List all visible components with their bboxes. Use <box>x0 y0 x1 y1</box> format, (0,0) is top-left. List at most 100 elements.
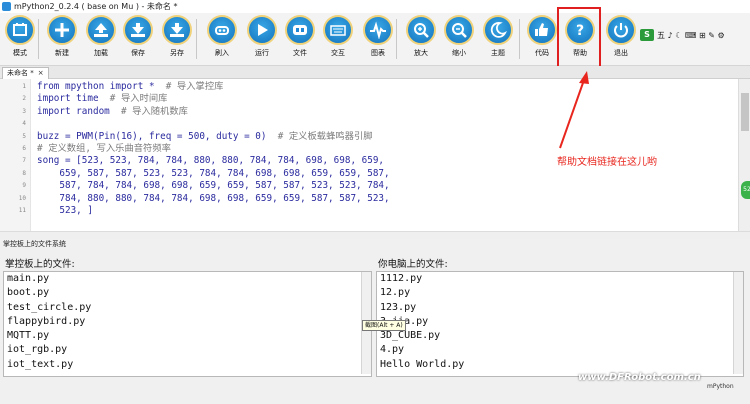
title-bar: mPython2_0.2.4 ( base on Mu ) - 未命名 * <box>0 0 750 14</box>
mode-icon <box>5 15 35 45</box>
run-button-label: 运行 <box>255 49 269 57</box>
mode-button-label: 模式 <box>13 49 27 57</box>
code-text: 523, ] <box>37 205 93 216</box>
check-button[interactable]: 代码 <box>522 15 562 65</box>
editor-vertical-scrollbar[interactable] <box>738 79 750 231</box>
code-text: 659, 587, 587, 523, 523, 784, 784, 698, … <box>37 167 390 179</box>
zoomout-button-label: 缩小 <box>452 49 466 57</box>
side-badge[interactable]: 52 <box>741 181 750 199</box>
mode-indicator[interactable]: mPython <box>707 383 734 390</box>
plus-icon <box>47 15 77 45</box>
flash-button[interactable]: 刷入 <box>202 15 242 65</box>
file-item[interactable]: Hello World.py <box>377 358 743 372</box>
power-icon <box>606 15 636 45</box>
load-button[interactable]: 加载 <box>81 15 121 65</box>
line-number-gutter: 1 2 3 4 5 6 7 8 9 10 11 <box>0 79 31 231</box>
moon-icon <box>483 15 513 45</box>
zoomin-button[interactable]: 放大 <box>401 15 441 65</box>
code-text: 784, 880, 880, 784, 784, 698, 698, 659, … <box>37 192 390 204</box>
files-button[interactable]: 文件 <box>280 15 320 65</box>
pc-files-scrollbar[interactable] <box>733 272 743 374</box>
new-button-label: 新建 <box>55 49 69 57</box>
save-button[interactable]: 保存 <box>118 15 158 65</box>
line-number: 11 <box>18 207 26 214</box>
editor-horizontal-scrollbar[interactable] <box>0 231 750 239</box>
zoomin-button-label: 放大 <box>414 49 428 57</box>
tab-label: 未命名 * <box>7 69 34 77</box>
filesystem-title: 掌控板上的文件系统 <box>3 240 66 248</box>
file-item[interactable]: flappybird.py <box>4 315 371 329</box>
zoom-in-icon <box>406 15 436 45</box>
file-item[interactable]: iot_rgb.py <box>4 343 371 357</box>
file-item[interactable]: 123.py <box>377 301 743 315</box>
download-icon <box>123 15 153 45</box>
flash-button-label: 刷入 <box>215 49 229 57</box>
plotter-button-label: 图表 <box>371 49 385 57</box>
code-comment: # 定义板载蜂鸣器引脚 <box>266 130 373 142</box>
save-button-label: 保存 <box>131 49 145 57</box>
toolbar-separator <box>196 19 197 59</box>
toolbar: 模式 新建 加载 保存 另存 刷入 运行 文件 交互 图表 放大 缩小 主题 代码? 帮助 退出 <box>0 13 750 66</box>
quit-button-label: 退出 <box>614 49 628 57</box>
board-files-list[interactable]: main.py boot.py test_circle.py flappybird.p… <box>3 271 372 377</box>
theme-button-label: 主题 <box>491 49 505 57</box>
pulse-icon <box>363 15 393 45</box>
file-item[interactable]: test_circle.py <box>4 301 371 315</box>
code-text: 587, 784, 784, 698, 698, 659, 659, 587, … <box>37 180 390 192</box>
code-comment: # 导入随机数库 <box>109 105 188 117</box>
tab-bar: 未命名 * × <box>0 66 750 79</box>
code-comment: # 导入掌控库 <box>154 81 224 92</box>
pc-files-label: 你电脑上的文件: <box>378 259 448 270</box>
app-icon <box>2 2 11 11</box>
tab-untitled[interactable]: 未命名 * × <box>2 67 49 79</box>
ime-icon[interactable]: S <box>640 29 654 41</box>
code-text: song = [523, 523, 784, 784, 880, 880, 78… <box>37 155 385 167</box>
mode-button[interactable]: 模式 <box>0 15 40 65</box>
pc-files-list[interactable]: 1112.py12.py123.py3-jia.py3D_CUBE.py4.py… <box>376 271 744 377</box>
keyboard-icon <box>323 15 353 45</box>
code-text: buzz = PWM(Pin(16), freq = 500, duty = 0… <box>37 130 267 142</box>
ime-toolbar[interactable]: 五 ♪ ☾ ⌨ ⊞ ✎ ⚙ <box>657 30 725 41</box>
file-item[interactable]: MQTT.py <box>4 329 371 343</box>
file-item[interactable]: boot.py <box>4 286 371 300</box>
upload-icon <box>86 15 116 45</box>
file-item[interactable]: main.py <box>4 272 371 286</box>
zoom-out-icon <box>444 15 474 45</box>
code-line[interactable]: 523, ] <box>37 204 93 218</box>
file-item[interactable]: 1112.py <box>377 272 743 286</box>
quit-button[interactable]: 退出 <box>601 15 641 65</box>
code-comment: # 定义数组, 写入乐曲音符频率 <box>37 143 171 154</box>
tab-close-icon[interactable]: × <box>38 69 44 77</box>
board-files-label: 掌控板上的文件: <box>5 259 75 270</box>
file-item[interactable]: 4.py <box>377 343 743 357</box>
zoomout-button[interactable]: 缩小 <box>439 15 479 65</box>
code-comment: # 导入时间库 <box>98 93 168 105</box>
theme-button[interactable]: 主题 <box>478 15 518 65</box>
watermark: www.DFRobot.com.cn <box>578 372 701 383</box>
files-icon <box>285 15 315 45</box>
code-text: import random <box>37 105 110 117</box>
thumbs-up-icon <box>527 15 557 45</box>
new-button[interactable]: 新建 <box>42 15 82 65</box>
check-button-label: 代码 <box>535 49 549 57</box>
file-item[interactable]: iot_text.py <box>4 358 371 372</box>
system-tray: S 五 ♪ ☾ ⌨ ⊞ ✎ ⚙ <box>640 28 725 42</box>
file-item[interactable]: 12.py <box>377 286 743 300</box>
saveas-button[interactable]: 另存 <box>157 15 197 65</box>
toolbar-separator <box>38 19 39 59</box>
help-highlight-box <box>557 7 601 71</box>
load-button-label: 加载 <box>94 49 108 57</box>
repl-button[interactable]: 交互 <box>318 15 358 65</box>
toolbar-separator <box>519 19 520 59</box>
file-item[interactable]: 3-jia.py <box>377 315 743 329</box>
window-title: mPython2_0.2.4 ( base on Mu ) - 未命名 * <box>14 2 178 11</box>
plotter-button[interactable]: 图表 <box>358 15 398 65</box>
saveas-button-label: 另存 <box>170 49 184 57</box>
code-line[interactable]: import random # 导入随机数库 <box>37 105 188 119</box>
file-item[interactable]: 3D_CUBE.py <box>377 329 743 343</box>
annotation-text: 帮助文档链接在这儿哟 <box>557 157 657 168</box>
scrollbar-thumb[interactable] <box>741 93 749 131</box>
play-icon <box>247 15 277 45</box>
repl-button-label: 交互 <box>331 49 345 57</box>
run-button[interactable]: 运行 <box>242 15 282 65</box>
